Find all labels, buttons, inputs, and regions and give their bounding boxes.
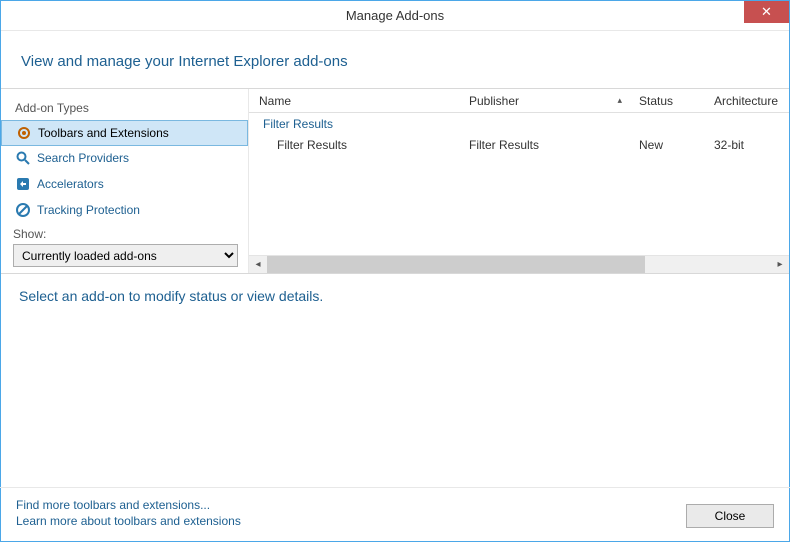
- addon-types-label: Add-on Types: [1, 97, 248, 121]
- window-close-button[interactable]: ✕: [744, 1, 789, 23]
- sidebar-item-label: Search Providers: [37, 151, 129, 165]
- search-icon: [15, 150, 31, 166]
- scroll-right-button[interactable]: ▸: [771, 256, 789, 273]
- footer-links: Find more toolbars and extensions... Lea…: [16, 498, 241, 528]
- table-header: Name Publisher Status Architecture: [249, 89, 789, 113]
- accelerator-icon: [15, 176, 31, 192]
- content-area: Add-on Types Toolbars and Extensions Sea…: [1, 88, 789, 274]
- details-prompt: Select an add-on to modify status or vie…: [19, 288, 323, 304]
- column-header-publisher[interactable]: Publisher: [459, 90, 629, 112]
- scroll-track[interactable]: [267, 256, 771, 273]
- details-panel: Select an add-on to modify status or vie…: [1, 274, 789, 318]
- main-panel: Name Publisher Status Architecture Filte…: [249, 89, 789, 273]
- learn-more-link[interactable]: Learn more about toolbars and extensions: [16, 514, 241, 528]
- show-dropdown[interactable]: Currently loaded add-ons: [13, 244, 238, 267]
- header-text: View and manage your Internet Explorer a…: [21, 53, 348, 70]
- page-header: View and manage your Internet Explorer a…: [1, 31, 789, 88]
- group-header: Filter Results: [249, 113, 789, 133]
- chevron-left-icon: ◂: [255, 259, 260, 270]
- footer: Find more toolbars and extensions... Lea…: [0, 487, 790, 542]
- cell-publisher: Filter Results: [459, 136, 629, 154]
- chevron-right-icon: ▸: [777, 259, 782, 270]
- horizontal-scrollbar[interactable]: ◂ ▸: [249, 255, 789, 273]
- scroll-thumb[interactable]: [267, 256, 645, 273]
- close-button[interactable]: Close: [686, 504, 774, 528]
- window-title: Manage Add-ons: [346, 8, 444, 23]
- column-header-status[interactable]: Status: [629, 90, 704, 112]
- cell-status: New: [629, 136, 704, 154]
- sidebar: Add-on Types Toolbars and Extensions Sea…: [1, 89, 249, 273]
- find-more-link[interactable]: Find more toolbars and extensions...: [16, 498, 241, 512]
- show-section: Show: Currently loaded add-ons: [1, 223, 248, 275]
- block-icon: [15, 202, 31, 218]
- titlebar: Manage Add-ons ✕: [1, 1, 789, 31]
- sidebar-item-label: Toolbars and Extensions: [38, 126, 169, 140]
- sidebar-item-tracking-protection[interactable]: Tracking Protection: [1, 197, 248, 223]
- show-label: Show:: [13, 227, 236, 241]
- sidebar-item-search-providers[interactable]: Search Providers: [1, 145, 248, 171]
- column-header-architecture[interactable]: Architecture: [704, 90, 779, 112]
- close-icon: ✕: [761, 4, 772, 20]
- cell-name: Filter Results: [249, 136, 459, 154]
- sidebar-item-label: Tracking Protection: [37, 203, 140, 217]
- sidebar-items: Toolbars and Extensions Search Providers…: [1, 121, 248, 223]
- gear-icon: [16, 125, 32, 141]
- cell-architecture: 32-bit: [704, 136, 779, 154]
- column-header-name[interactable]: Name: [249, 90, 459, 112]
- scroll-left-button[interactable]: ◂: [249, 256, 267, 273]
- sidebar-item-accelerators[interactable]: Accelerators: [1, 171, 248, 197]
- sidebar-item-toolbars-extensions[interactable]: Toolbars and Extensions: [1, 120, 248, 146]
- table-row[interactable]: Filter Results Filter Results New 32-bit: [249, 133, 789, 157]
- sidebar-item-label: Accelerators: [37, 177, 104, 191]
